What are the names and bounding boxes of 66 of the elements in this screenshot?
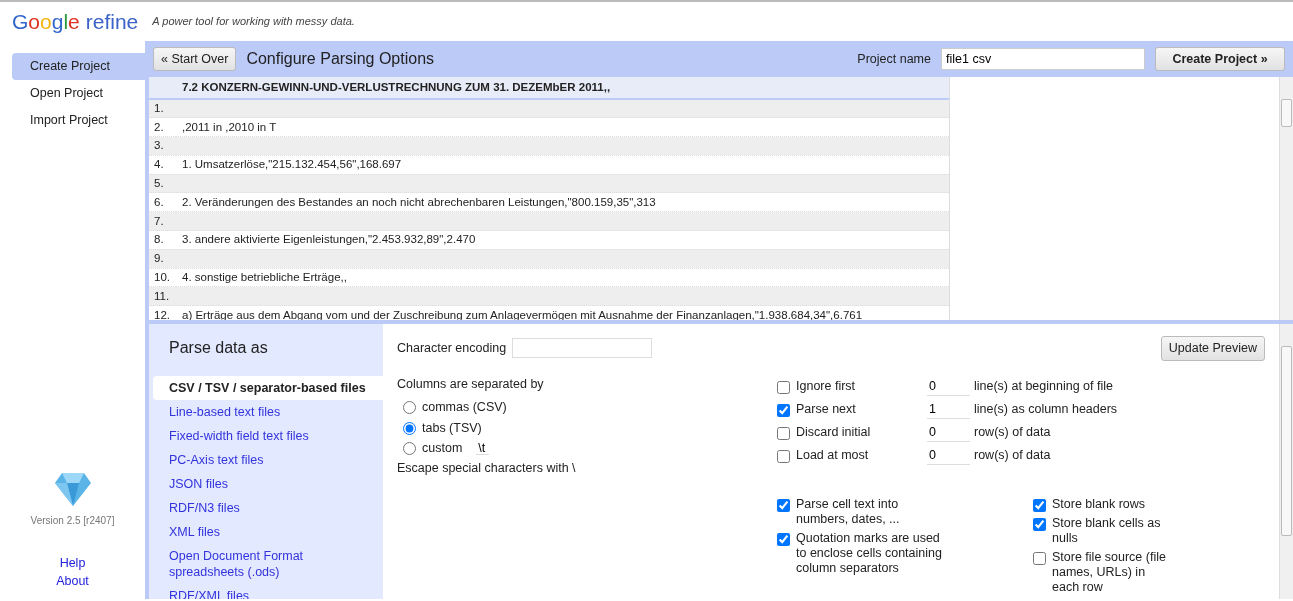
logo: Google refine xyxy=(12,8,139,35)
encoding-field[interactable] xyxy=(512,338,653,359)
radio-label: commas (CSV) xyxy=(422,399,507,417)
escape-label: Escape special characters with \ xyxy=(397,460,577,477)
checkbox[interactable] xyxy=(777,498,790,512)
checkbox-label: Ignore first xyxy=(796,378,856,394)
checkbox-label: Store blank rows xyxy=(1052,496,1146,512)
option-suffix: row(s) of data xyxy=(974,423,1051,441)
version-label: Version 2.5 [r2407] xyxy=(30,513,115,528)
radio-button[interactable] xyxy=(403,442,416,456)
create-project-button[interactable]: Create Project » xyxy=(1155,46,1285,72)
checkbox-label: Parse cell text into numbers, dates, ... xyxy=(796,496,901,527)
start-over-button[interactable]: « Start Over xyxy=(153,46,237,72)
table-cell: 4. sonstige betriebliche Erträge,, xyxy=(176,268,949,287)
checkbox[interactable] xyxy=(777,403,790,417)
format-item[interactable]: CSV / TSV / separator-based files xyxy=(153,376,383,400)
checkbox-label: Store blank cells as nulls xyxy=(1052,515,1162,546)
checkbox[interactable] xyxy=(777,380,790,394)
format-item[interactable]: Fixed-width field text files xyxy=(149,424,383,448)
format-item[interactable]: XML files xyxy=(149,520,383,544)
project-name-field[interactable]: file1 csv xyxy=(941,48,1145,70)
scrollbar[interactable] xyxy=(1279,324,1293,599)
option-suffix: row(s) of data xyxy=(974,446,1051,464)
tagline: A power tool for working with messy data. xyxy=(152,14,355,30)
option-suffix: line(s) at beginning of file xyxy=(974,377,1113,395)
checkbox-label: Parse next xyxy=(796,401,856,417)
format-item[interactable]: Line-based text files xyxy=(149,400,383,424)
checkbox[interactable] xyxy=(1033,517,1046,531)
checkbox[interactable] xyxy=(777,426,790,440)
radio-button[interactable] xyxy=(403,421,416,435)
sidebar-item[interactable]: Import Project xyxy=(12,106,145,134)
radio-label: custom xyxy=(422,440,463,458)
update-preview-button[interactable]: Update Preview xyxy=(1160,336,1265,361)
checkbox-label: Quotation marks are used to enclose cells containing column separators xyxy=(796,530,943,576)
option-suffix: line(s) as column headers xyxy=(974,400,1118,418)
sidebar-item[interactable]: Create Project xyxy=(12,53,145,80)
separator-label: Columns are separated by xyxy=(397,375,545,393)
checkbox[interactable] xyxy=(777,532,790,546)
row-number: 10. xyxy=(149,268,176,287)
section-title: Parse data as xyxy=(168,338,269,358)
format-item[interactable]: PC-Axis text files xyxy=(149,448,383,472)
scrollbar[interactable] xyxy=(1279,77,1293,320)
radio-button[interactable] xyxy=(403,401,416,415)
checkbox[interactable] xyxy=(777,449,790,463)
radio-label: tabs (TSV) xyxy=(422,419,482,437)
page-title: Configure Parsing Options xyxy=(246,49,436,69)
row-number: 6. xyxy=(149,193,176,212)
table-cell: ,2011 in ,2010 in T xyxy=(176,117,949,137)
column-header: 7.2 KONZERN-GEWINN-UND-VERLUSTRECHNUNG ZUM 31. DEZEMbER 2011,, xyxy=(176,77,949,99)
table-cell: 2. Veränderungen des Bestandes an noch nicht abrechenbaren Leistungen,"800.159,35",313 xyxy=(176,193,949,212)
project-name-label: Project name xyxy=(857,50,931,68)
checkbox-label: Load at most xyxy=(796,447,869,463)
sidebar-item[interactable]: Open Project xyxy=(12,79,145,107)
format-item[interactable]: JSON files xyxy=(149,472,383,496)
checkbox-label: Store file source (file names, URLs) in each row xyxy=(1052,549,1167,595)
custom-separator-field[interactable]: \t xyxy=(476,442,490,456)
diamond-icon xyxy=(53,470,92,507)
sidebar-link[interactable]: Help xyxy=(59,553,86,573)
format-item[interactable]: RDF/N3 files xyxy=(149,496,383,520)
checkbox[interactable] xyxy=(1033,498,1046,512)
encoding-label: Character encoding xyxy=(397,340,507,357)
row-number: 2. xyxy=(149,117,176,137)
sidebar-link[interactable]: About xyxy=(56,572,89,591)
format-item[interactable]: Open Document Format spreadsheets (.ods) xyxy=(149,544,383,584)
checkbox-label: Discard initial xyxy=(796,424,871,440)
checkbox[interactable] xyxy=(1033,551,1046,565)
